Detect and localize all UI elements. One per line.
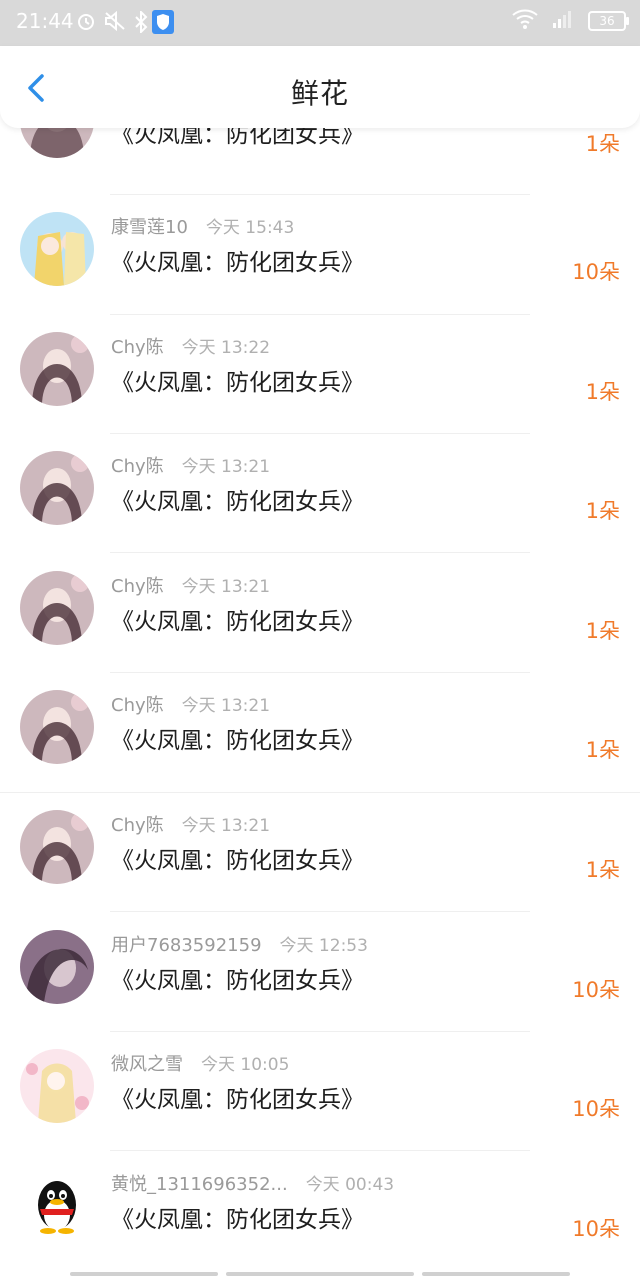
user-name[interactable]: 黄悦_1311696352...	[111, 1174, 288, 1195]
divider	[110, 672, 530, 673]
avatar[interactable]	[20, 1049, 94, 1123]
divider	[110, 433, 530, 434]
timestamp: 今天 00:43	[305, 1175, 395, 1195]
flower-count: 1朵	[585, 619, 620, 643]
book-title: 《火凤凰：防化团女兵》	[111, 968, 364, 994]
list-item[interactable]: Chy陈 今天 13:21 《火凤凰：防化团女兵》 1朵	[0, 674, 640, 793]
flower-count: 10朵	[572, 260, 620, 284]
divider	[110, 552, 530, 553]
divider	[110, 1031, 530, 1032]
flower-count: 10朵	[572, 1217, 620, 1241]
shield-icon	[152, 10, 174, 38]
list-item[interactable]: 微风之雪 今天 10:05 《火凤凰：防化团女兵》 10朵	[0, 1033, 640, 1152]
user-name[interactable]: 用户7683592159	[111, 935, 262, 956]
flower-count: 1朵	[585, 738, 620, 762]
avatar[interactable]	[20, 571, 94, 645]
avatar[interactable]	[20, 690, 94, 764]
user-name[interactable]: Chy陈	[111, 695, 164, 716]
avatar[interactable]	[20, 128, 94, 158]
timestamp: 今天 13:21	[181, 457, 271, 477]
status-bar: 21:44 36	[0, 0, 640, 46]
user-name[interactable]: Chy陈	[111, 576, 164, 597]
avatar[interactable]	[20, 451, 94, 525]
user-name[interactable]: 康雪莲10	[111, 217, 188, 238]
nav-hint-bar	[226, 1272, 414, 1276]
user-name[interactable]: Chy陈	[111, 815, 164, 836]
bluetooth-icon	[134, 9, 148, 37]
book-title: 《火凤凰：防化团女兵》	[111, 1207, 364, 1233]
timestamp: 今天 15:43	[205, 218, 295, 238]
book-title: 《火凤凰：防化团女兵》	[111, 128, 364, 148]
page-header: 鲜花	[0, 46, 640, 128]
list-item[interactable]: Chy陈 今天 13:21 《火凤凰：防化团女兵》 1朵	[0, 555, 640, 674]
divider	[0, 792, 640, 793]
timestamp: 今天 13:21	[181, 816, 271, 836]
book-title: 《火凤凰：防化团女兵》	[111, 848, 364, 874]
signal-icon	[552, 9, 574, 33]
divider	[110, 911, 530, 912]
timestamp: 今天 13:21	[181, 696, 271, 716]
book-title: 《火凤凰：防化团女兵》	[111, 1087, 364, 1113]
list-item[interactable]: 《火凤凰：防化团女兵》 1朵	[0, 128, 640, 187]
avatar[interactable]	[20, 810, 94, 884]
nav-hint-bar	[422, 1272, 570, 1276]
book-title: 《火凤凰：防化团女兵》	[111, 250, 364, 276]
nav-hint-bar	[70, 1272, 218, 1276]
list-item[interactable]: 黄悦_1311696352... 今天 00:43 《火凤凰：防化团女兵》 10朵	[0, 1153, 640, 1258]
divider	[110, 314, 530, 315]
book-title: 《火凤凰：防化团女兵》	[111, 609, 364, 635]
flower-count: 1朵	[585, 858, 620, 882]
alarm-icon	[76, 11, 96, 35]
flower-count: 1朵	[585, 499, 620, 523]
timestamp: 今天 10:05	[201, 1055, 290, 1075]
flower-count: 10朵	[572, 1097, 620, 1121]
book-title: 《火凤凰：防化团女兵》	[111, 728, 364, 754]
wifi-icon	[512, 9, 538, 33]
avatar[interactable]	[20, 930, 94, 1004]
list-item[interactable]: Chy陈 今天 13:21 《火凤凰：防化团女兵》 1朵	[0, 435, 640, 554]
list-item[interactable]: 用户7683592159 今天 12:53 《火凤凰：防化团女兵》 10朵	[0, 914, 640, 1033]
battery-icon: 36	[588, 11, 629, 31]
qq-penguin-icon	[20, 1169, 94, 1243]
flower-count: 1朵	[585, 380, 620, 404]
status-time: 21:44	[16, 9, 74, 33]
user-name[interactable]: 微风之雪	[111, 1054, 183, 1075]
list-item[interactable]: 康雪莲10 今天 15:43 《火凤凰：防化团女兵》 10朵	[0, 196, 640, 315]
list-item[interactable]: Chy陈 今天 13:22 《火凤凰：防化团女兵》 1朵	[0, 316, 640, 435]
timestamp: 今天 12:53	[279, 936, 368, 956]
timestamp: 今天 13:22	[181, 338, 271, 358]
avatar[interactable]	[20, 1169, 94, 1243]
flower-count: 10朵	[572, 978, 620, 1002]
page-title: 鲜花	[290, 77, 349, 110]
divider	[110, 194, 530, 195]
book-title: 《火凤凰：防化团女兵》	[111, 489, 364, 515]
timestamp: 今天 13:21	[181, 577, 271, 597]
avatar[interactable]	[20, 332, 94, 406]
list-item[interactable]: Chy陈 今天 13:21 《火凤凰：防化团女兵》 1朵	[0, 794, 640, 913]
user-name[interactable]: Chy陈	[111, 456, 164, 477]
mute-icon	[104, 10, 126, 35]
book-title: 《火凤凰：防化团女兵》	[111, 370, 364, 396]
avatar[interactable]	[20, 212, 94, 286]
flower-count: 1朵	[585, 132, 620, 156]
divider	[110, 1150, 530, 1151]
user-name[interactable]: Chy陈	[111, 337, 164, 358]
flower-list[interactable]: 《火凤凰：防化团女兵》 1朵 康雪莲10 今天 15:43 《火凤凰：防化团女兵》…	[0, 128, 640, 1258]
